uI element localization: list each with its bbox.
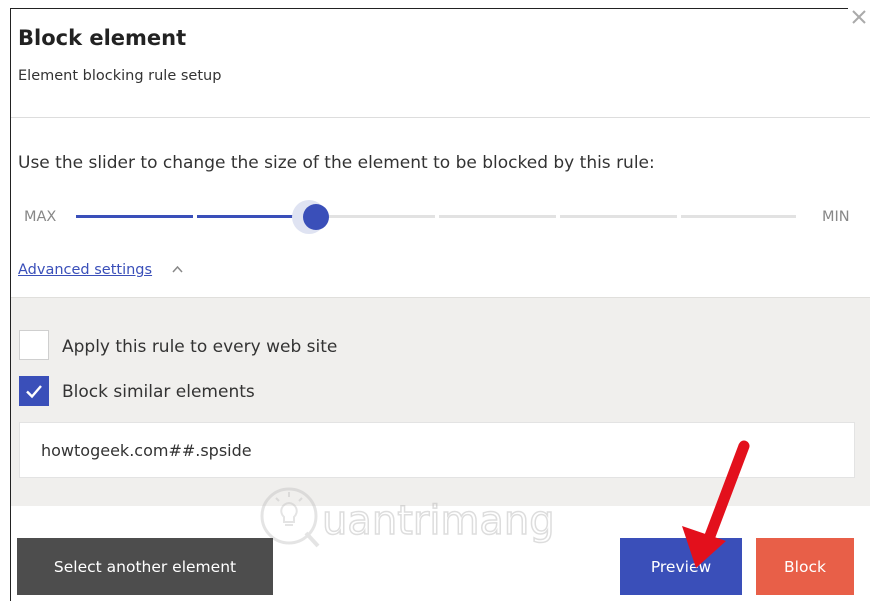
- block-similar-checkbox[interactable]: [19, 376, 49, 406]
- select-another-element-button[interactable]: Select another element: [17, 538, 273, 595]
- block-button[interactable]: Block: [756, 538, 854, 595]
- rule-input[interactable]: [19, 422, 855, 478]
- advanced-settings-link[interactable]: Advanced settings: [18, 262, 152, 278]
- preview-button[interactable]: Preview: [620, 538, 742, 595]
- header-divider: [11, 117, 870, 118]
- slider-segment: [681, 215, 796, 218]
- slider-instruction: Use the slider to change the size of the…: [18, 153, 655, 173]
- slider-segment: [560, 215, 677, 218]
- slider-max-label: MAX: [24, 209, 57, 225]
- slider-segment: [318, 215, 435, 218]
- block-similar-label[interactable]: Block similar elements: [62, 382, 255, 402]
- checkmark-icon: [26, 385, 42, 399]
- apply-all-sites-label[interactable]: Apply this rule to every web site: [62, 337, 337, 357]
- chevron-up-icon[interactable]: [171, 264, 184, 274]
- block-element-dialog: Block element Element blocking rule setu…: [0, 0, 870, 601]
- dialog-title: Block element: [18, 26, 187, 50]
- dialog-frame-top: [10, 8, 848, 9]
- slider-segment: [439, 215, 556, 218]
- slider-min-label: MIN: [822, 209, 850, 225]
- apply-all-sites-checkbox[interactable]: [19, 330, 49, 360]
- slider-segment: [76, 215, 193, 218]
- dialog-subtitle: Element blocking rule setup: [18, 68, 222, 84]
- element-size-slider[interactable]: [76, 200, 796, 234]
- slider-thumb[interactable]: [303, 204, 329, 230]
- close-icon[interactable]: [848, 6, 870, 28]
